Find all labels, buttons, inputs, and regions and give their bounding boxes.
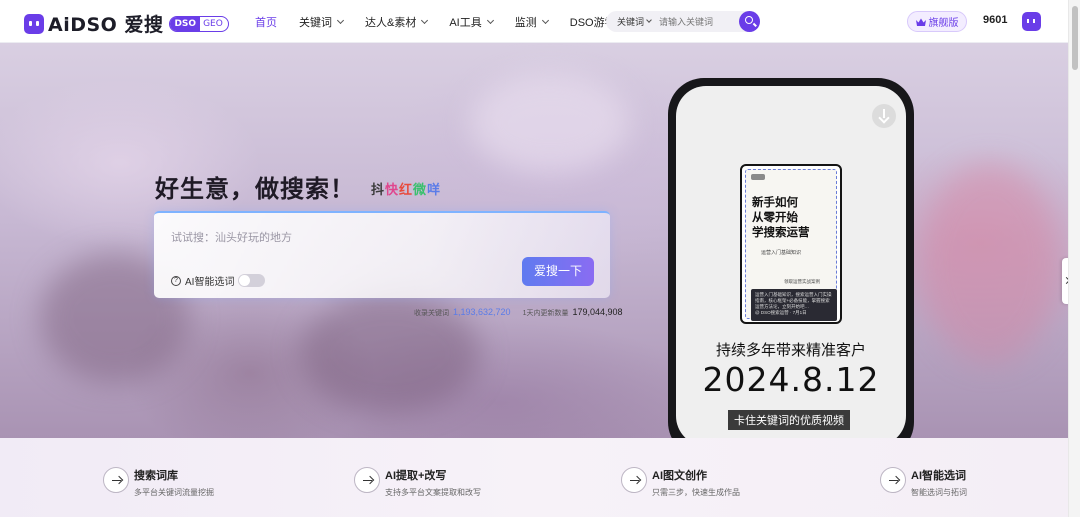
nav-item-creators[interactable]: 达人&素材 (365, 14, 429, 30)
cover-tag (751, 174, 765, 180)
top-header: AiDSO 爱搜 DSO GEO 首页 关键词 达人&素材 AI工具 监测 DS… (0, 0, 1068, 43)
platform-word: 微 (413, 183, 428, 198)
main-nav: 首页 关键词 达人&素材 AI工具 监测 DSO游学 (255, 0, 638, 43)
feature-desc: 智能选词与拓词 (911, 488, 967, 497)
chevron-down-icon (336, 16, 345, 24)
phone-caption-date: 2024.8.12 (702, 360, 880, 399)
cover-title: 新手如何 从零开始 学搜索运营 (752, 195, 810, 240)
flagship-button[interactable]: 旗舰版 (907, 11, 967, 32)
hero-search-placeholder[interactable]: 试试搜：汕头好玩的地方 (171, 229, 292, 245)
hero-search-box[interactable]: 试试搜：汕头好玩的地方 ? AI智能选词 爱搜一下 (154, 211, 610, 298)
nav-item-home[interactable]: 首页 (255, 14, 277, 30)
cover-note-text: 运营入门基础知识，搜索运营入门实操指南，核心框架+必备技能，掌握搜索运营方法论，… (755, 292, 832, 309)
cover-title-line: 从零开始 (752, 210, 798, 224)
nav-item-monitor[interactable]: 监测 (514, 14, 549, 30)
chevron-down-icon (421, 16, 429, 24)
background-blur (470, 73, 630, 173)
cover-frame: 新手如何 从零开始 学搜索运营 运营入门基础知识 领取运营实战案例 运营入门基础… (745, 169, 837, 321)
chevron-down-icon (541, 16, 549, 24)
platform-words: 抖快红微咩 (371, 179, 441, 198)
header-search: 关键词 (606, 11, 760, 32)
feature-title: AI提取+改写 (385, 470, 447, 482)
feature-desc: 多平台关键词流量挖掘 (134, 488, 214, 497)
flagship-label: 旗舰版 (928, 18, 959, 29)
crown-icon (915, 18, 926, 26)
page-scrollbar[interactable] (1068, 0, 1080, 517)
phone-screen: 新手如何 从零开始 学搜索运营 运营入门基础知识 领取运营实战案例 运营入门基础… (676, 86, 906, 438)
header-search-button[interactable] (739, 11, 760, 32)
ai-pick-toggle-group: ? AI智能选词 (171, 273, 266, 288)
feature-title: 搜索词库 (134, 470, 178, 482)
scrollbar-thumb[interactable] (1072, 6, 1078, 70)
nav-label: 达人&素材 (365, 16, 417, 29)
hero-search-button[interactable]: 爱搜一下 (522, 257, 594, 286)
cover-note: 运营入门基础知识，搜索运营入门实操指南，核心框架+必备技能，掌握搜索运营方法论，… (751, 289, 837, 321)
feature-ai-keyword-pick[interactable]: AI智能选词 智能选词与拓词 (880, 467, 967, 498)
feature-ai-extract[interactable]: AI提取+改写 支持多平台文案提取和改写 (354, 467, 481, 498)
feature-keyword-library[interactable]: 搜索词库 多平台关键词流量挖掘 (103, 467, 214, 498)
feature-desc: 只需三步，快速生成作品 (652, 488, 740, 497)
phone-mockup: 新手如何 从零开始 学搜索运营 运营入门基础知识 领取运营实战案例 运营入门基础… (668, 78, 914, 438)
nav-item-keywords[interactable]: 关键词 (299, 14, 345, 30)
cover-subtitle: 运营入门基础知识 (761, 250, 802, 256)
download-icon[interactable] (872, 104, 896, 128)
video-cover[interactable]: 新手如何 从零开始 学搜索运营 运营入门基础知识 领取运营实战案例 运营入门基础… (740, 164, 842, 324)
nav-label: 监测 (514, 16, 537, 29)
nav-label: 首页 (255, 16, 277, 29)
user-avatar[interactable] (1022, 12, 1041, 31)
feature-bar: 搜索词库 多平台关键词流量挖掘 AI提取+改写 支持多平台文案提取和改写 AI图… (0, 438, 1068, 517)
keyword-stats: 收录关键词 1,193,632,720 1天内更新数量 179,044,908 (414, 307, 623, 318)
chevron-down-icon (486, 16, 494, 24)
feature-title: AI图文创作 (652, 470, 707, 482)
logo-icon (24, 13, 44, 34)
arrow-right-icon (354, 467, 380, 493)
platform-word: 快 (385, 183, 400, 198)
search-type-select[interactable]: 关键词 (606, 15, 652, 28)
keywords-count-label: 收录关键词 (414, 310, 449, 317)
feature-ai-creation[interactable]: AI图文创作 只需三步，快速生成作品 (621, 467, 740, 498)
platform-word: 红 (399, 183, 414, 198)
feature-title: AI智能选词 (911, 470, 966, 482)
arrow-right-icon (103, 467, 129, 493)
cover-link: 领取运营实战案例 (784, 279, 820, 284)
platform-word: 咩 (427, 183, 442, 198)
cover-author: @ DSO搜索运营 · 7月1日 (755, 310, 807, 315)
phone-caption-top: 持续多年带来精准客户 (715, 341, 866, 359)
chevron-down-icon (646, 17, 652, 23)
cover-title-line: 学搜索运营 (752, 225, 810, 239)
logo-badge: DSO GEO (169, 15, 229, 32)
updated-count-label: 1天内更新数量 (522, 310, 569, 317)
nav-label: AI工具 (449, 16, 482, 29)
logo-badge-geo: GEO (203, 18, 223, 29)
ai-pick-label: AI智能选词 (185, 277, 235, 288)
arrow-right-icon (621, 467, 647, 493)
updated-count-value: 179,044,908 (572, 307, 623, 317)
ai-pick-toggle[interactable] (238, 274, 266, 287)
search-icon (745, 16, 753, 24)
points-count[interactable]: 9601 (983, 14, 1007, 26)
hero-title: 好生意，做搜索！ (155, 175, 355, 203)
help-icon[interactable]: ? (171, 275, 181, 286)
hero-banner: 好生意，做搜索！ 抖快红微咩 试试搜：汕头好玩的地方 ? AI智能选词 爱搜一下… (0, 43, 1068, 438)
platform-word: 抖 (371, 183, 386, 198)
cover-title-line: 新手如何 (752, 195, 798, 209)
header-search-input[interactable] (659, 16, 735, 27)
keywords-count-value: 1,193,632,720 (453, 307, 511, 317)
background-blur (920, 163, 1060, 363)
logo[interactable]: AiDSO 爱搜 DSO GEO (24, 10, 229, 37)
feature-desc: 支持多平台文案提取和改写 (385, 488, 481, 497)
nav-label: 关键词 (299, 16, 332, 29)
search-type-label: 关键词 (617, 17, 645, 27)
logo-text: AiDSO 爱搜 (48, 14, 164, 36)
nav-item-ai-tools[interactable]: AI工具 (449, 14, 494, 30)
logo-badge-dso: DSO (170, 16, 201, 31)
phone-caption-bottom: 卡住关键词的优质视频 (728, 410, 850, 430)
arrow-right-icon (880, 467, 906, 493)
